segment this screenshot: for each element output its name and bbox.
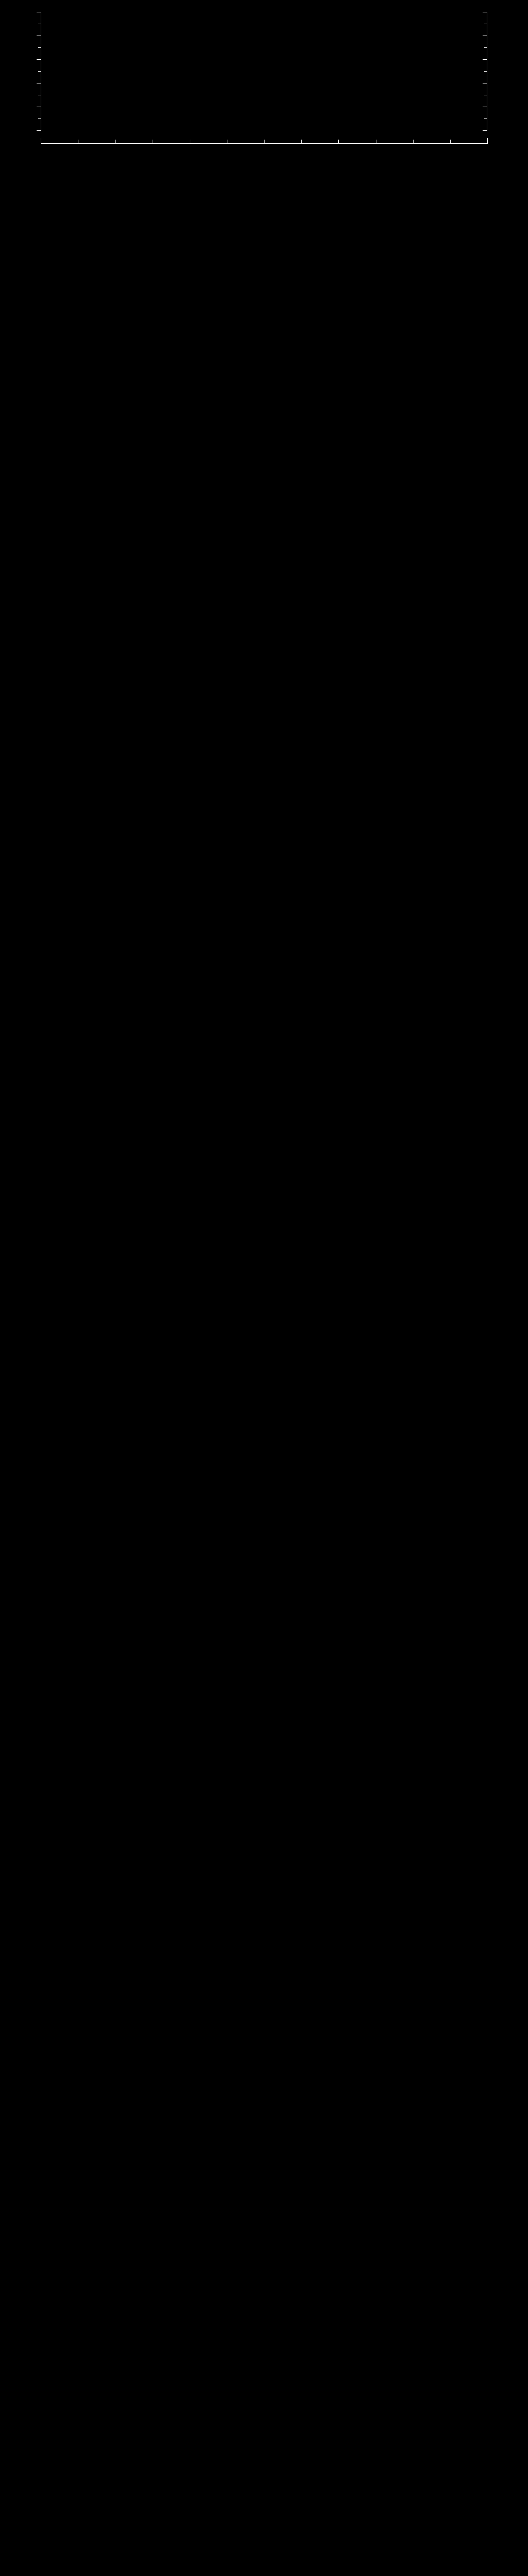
x-major-tick <box>413 140 414 143</box>
x-major-tick <box>450 140 451 143</box>
y-major-tick <box>37 130 41 131</box>
y-minor-tick-right <box>484 47 487 48</box>
x-axis-endcap <box>487 138 488 143</box>
y-minor-tick <box>38 71 41 72</box>
y-axis-title <box>4 18 12 125</box>
y-minor-tick-right <box>484 71 487 72</box>
spectrogram-panel <box>0 0 528 176</box>
x-axis-line <box>41 143 488 144</box>
y-minor-tick <box>38 47 41 48</box>
x-major-tick <box>264 140 265 143</box>
y-major-tick-right <box>483 59 487 60</box>
y-minor-tick <box>38 118 41 119</box>
x-major-tick <box>338 140 339 143</box>
y-minor-tick-right <box>484 118 487 119</box>
y-major-tick <box>37 59 41 60</box>
spectrogram-canvas <box>41 12 487 130</box>
x-major-tick <box>115 140 116 143</box>
x-major-tick <box>301 140 302 143</box>
spectrogram-sheet: { "figure": { "ylabel": "Frequency (Hz)"… <box>0 0 528 2576</box>
y-major-tick-right <box>483 130 487 131</box>
